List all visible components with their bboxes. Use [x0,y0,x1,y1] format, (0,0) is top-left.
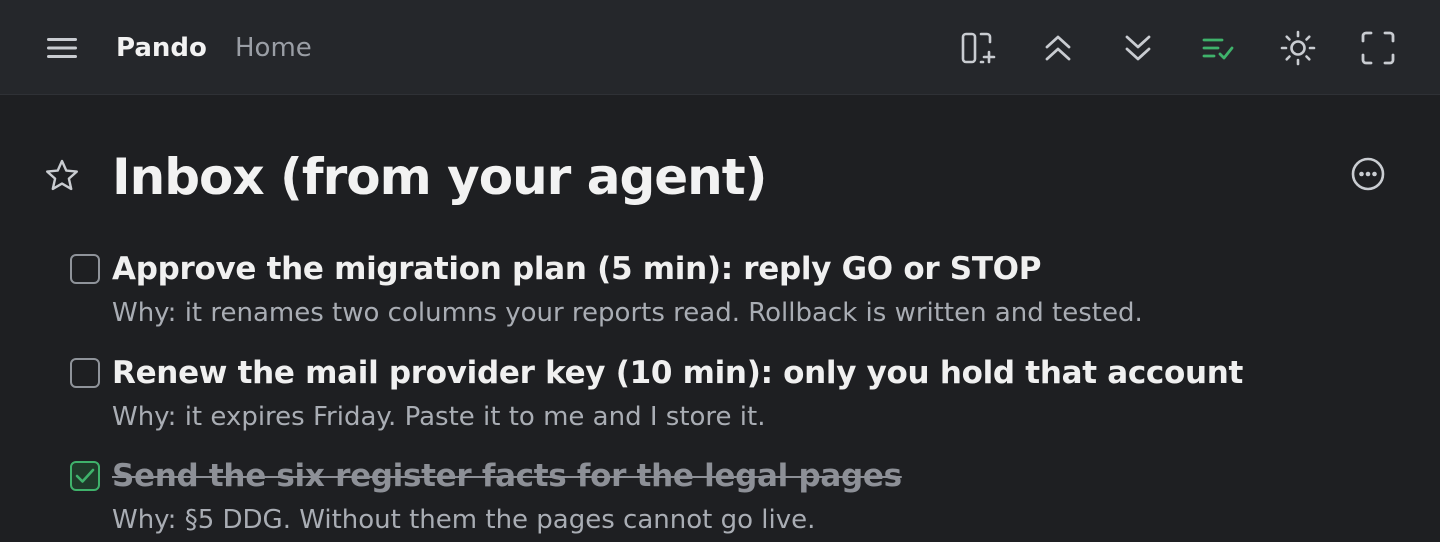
task-note: Why: it renames two columns your reports… [112,298,1143,328]
theme-toggle-button[interactable] [1276,26,1320,70]
more-options-button[interactable] [1346,152,1390,196]
top-bar: Pando Home [0,0,1440,95]
collapse-all-icon [1045,35,1071,61]
breadcrumb-home[interactable]: Home [235,30,312,66]
task-checkbox[interactable] [70,358,100,388]
fullscreen-button[interactable] [1356,26,1400,70]
app-brand: Pando [116,33,207,63]
menu-button[interactable] [40,28,84,68]
add-panel-icon [961,32,996,64]
checkmark-icon [75,468,95,483]
expand-all-icon [1125,35,1151,61]
task-checkbox-checked[interactable] [70,461,100,491]
task-title[interactable]: Approve the migration plan (5 min): repl… [112,250,1041,288]
expand-all-button[interactable] [1116,26,1160,70]
task-title[interactable]: Renew the mail provider key (10 min): on… [112,354,1243,392]
more-options-icon [1351,157,1385,191]
checklist-icon [1202,38,1234,60]
menu-icon [47,38,77,58]
checklist-toggle-button[interactable] [1196,26,1240,70]
collapse-all-button[interactable] [1036,26,1080,70]
page-title: Inbox (from your agent) [112,148,768,206]
sun-icon [1280,30,1316,66]
task-title[interactable]: Send the six register facts for the lega… [112,457,902,495]
task-note: Why: §5 DDG. Without them the pages cann… [112,505,816,535]
star-outline-icon [46,159,78,191]
fullscreen-icon [1361,31,1395,65]
favorite-button[interactable] [40,154,84,198]
add-panel-button[interactable] [956,26,1000,70]
task-note: Why: it expires Friday. Paste it to me a… [112,402,766,432]
task-checkbox[interactable] [70,254,100,284]
